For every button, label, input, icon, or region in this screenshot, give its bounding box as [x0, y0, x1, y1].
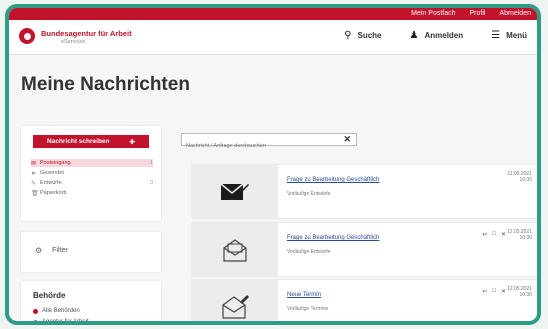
folder-item-sent[interactable]: ➤ Gesendet [31, 169, 153, 177]
folder-label: Entwürfe [40, 180, 62, 186]
message-date-time: 10:30 [519, 292, 532, 298]
top-utility-bar: Mein Postfach Profil Abmelden [9, 8, 537, 20]
brand-subtitle: eServices [61, 39, 86, 45]
message-item[interactable]: Frage zu Bearbeitung Geschäftlich Vorläu… [192, 223, 537, 276]
archive-icon[interactable]: □ [492, 288, 496, 295]
message-thumbnail [192, 165, 278, 218]
screenshot-frame: Mein Postfach Profil Abmelden Bundesagen… [5, 4, 541, 325]
search-input[interactable] [182, 140, 340, 152]
envelope-filled-icon [220, 182, 249, 200]
hamburger-icon: ☰ [491, 30, 501, 41]
folder-item-drafts[interactable]: ✎ Entwürfe 0 [31, 179, 153, 187]
message-subject[interactable]: Frage zu Bearbeitung Geschäftlich [287, 177, 379, 183]
menu-nav-label: Menü [506, 31, 527, 40]
folder-count: 0 [149, 180, 153, 186]
trash-icon: 🗑 [31, 190, 39, 197]
message-date: 12.05.2021 10:30 [507, 286, 532, 298]
new-message-label: Nachricht schreiben [47, 138, 110, 145]
draft-icon: ✎ [31, 180, 37, 187]
topbar-link-profil[interactable]: Profil [470, 9, 486, 19]
topbar-link-abmelden[interactable]: Abmelden [499, 9, 531, 19]
envelope-edit-icon [222, 294, 249, 319]
message-sender: Vorläufige Entwürfe [287, 249, 331, 255]
message-date-time: 10:30 [519, 177, 532, 183]
new-message-button[interactable]: Nachricht schreiben ✚ [33, 135, 149, 148]
brand-name[interactable]: Bundesagentur für Arbeit [41, 29, 132, 38]
folder-list: ✉ Posteingang 1 ➤ Gesendet ✎ Entwürfe 0 … [31, 159, 153, 199]
message-item[interactable]: Frage zu Bearbeitung Geschäftlich Vorläu… [192, 165, 537, 218]
message-thumbnail [192, 223, 278, 276]
folder-panel: Nachricht schreiben ✚ ✉ Posteingang 1 ➤ … [21, 126, 161, 221]
main-nav: ⚲ Suche ♟ Anmelden ☰ Menü [344, 30, 527, 41]
login-nav-label: Anmelden [424, 31, 464, 40]
folder-item-inbox[interactable]: ✉ Posteingang 1 [31, 159, 153, 167]
authority-option-all[interactable]: Alle Behörden [33, 308, 80, 314]
topbar-link-postfach[interactable]: Mein Postfach [411, 9, 455, 19]
filter-panel[interactable]: ⚙ Filter [21, 232, 161, 272]
authority-panel: Behörde Alle Behörden Agentur für Arbeit [21, 281, 161, 325]
message-subject[interactable]: Neue Termin [287, 292, 321, 298]
folder-item-trash[interactable]: 🗑 Papierkorb [31, 189, 153, 197]
reply-icon[interactable]: ↩ [482, 231, 487, 238]
page-title: Meine Nachrichten [21, 74, 190, 95]
site-header: Bundesagentur für Arbeit eServices ⚲ Suc… [9, 20, 537, 55]
message-sender: Vorläufige Termine [287, 306, 329, 312]
message-subject[interactable]: Frage zu Bearbeitung Geschäftlich [287, 235, 379, 241]
agency-logo-icon[interactable] [19, 28, 35, 44]
message-sender: Vorläufige Entwürfe [287, 191, 331, 197]
message-date-time: 10:30 [519, 235, 532, 241]
message-item[interactable]: Neue Termin Vorläufige Termine ↩ □ ✕ 12.… [192, 280, 537, 321]
envelope-open-icon [223, 238, 247, 262]
message-thumbnail [192, 280, 278, 321]
search-nav-label: Suche [357, 31, 382, 40]
authority-option-aa[interactable]: Agentur für Arbeit [33, 319, 89, 325]
delete-icon[interactable]: ✕ [501, 231, 506, 238]
authority-title: Behörde [33, 291, 66, 300]
user-icon: ♟ [409, 30, 419, 41]
filter-icon: ⚙ [35, 246, 43, 255]
sent-icon: ➤ [31, 170, 37, 177]
plus-icon: ✚ [129, 138, 135, 146]
message-search: ✕ [181, 133, 357, 152]
filter-label: Filter [52, 247, 68, 254]
reply-icon[interactable]: ↩ [482, 288, 487, 295]
clear-icon[interactable]: ✕ [343, 134, 351, 145]
inbox-icon: ✉ [31, 160, 37, 167]
folder-label: Posteingang [40, 160, 71, 166]
authority-option-label: Agentur für Arbeit [42, 319, 89, 325]
login-nav-button[interactable]: ♟ Anmelden [410, 30, 464, 41]
menu-nav-button[interactable]: ☰ Menü [491, 30, 527, 41]
search-nav-button[interactable]: ⚲ Suche [344, 30, 381, 41]
message-actions: ↩ □ ✕ [482, 231, 506, 238]
authority-option-label: Alle Behörden [42, 308, 80, 314]
search-icon: ⚲ [344, 30, 352, 41]
message-date: 12.05.2021 10:30 [507, 229, 532, 241]
message-actions: ↩ □ ✕ [482, 288, 506, 295]
folder-label: Papierkorb [40, 190, 67, 196]
radio-selected-icon [33, 308, 38, 314]
folder-count: 1 [149, 160, 153, 166]
archive-icon[interactable]: □ [492, 231, 496, 238]
message-date: 12.05.2021 10:30 [507, 171, 532, 183]
radio-icon [33, 319, 38, 321]
delete-icon[interactable]: ✕ [501, 288, 506, 295]
folder-label: Gesendet [40, 170, 64, 176]
